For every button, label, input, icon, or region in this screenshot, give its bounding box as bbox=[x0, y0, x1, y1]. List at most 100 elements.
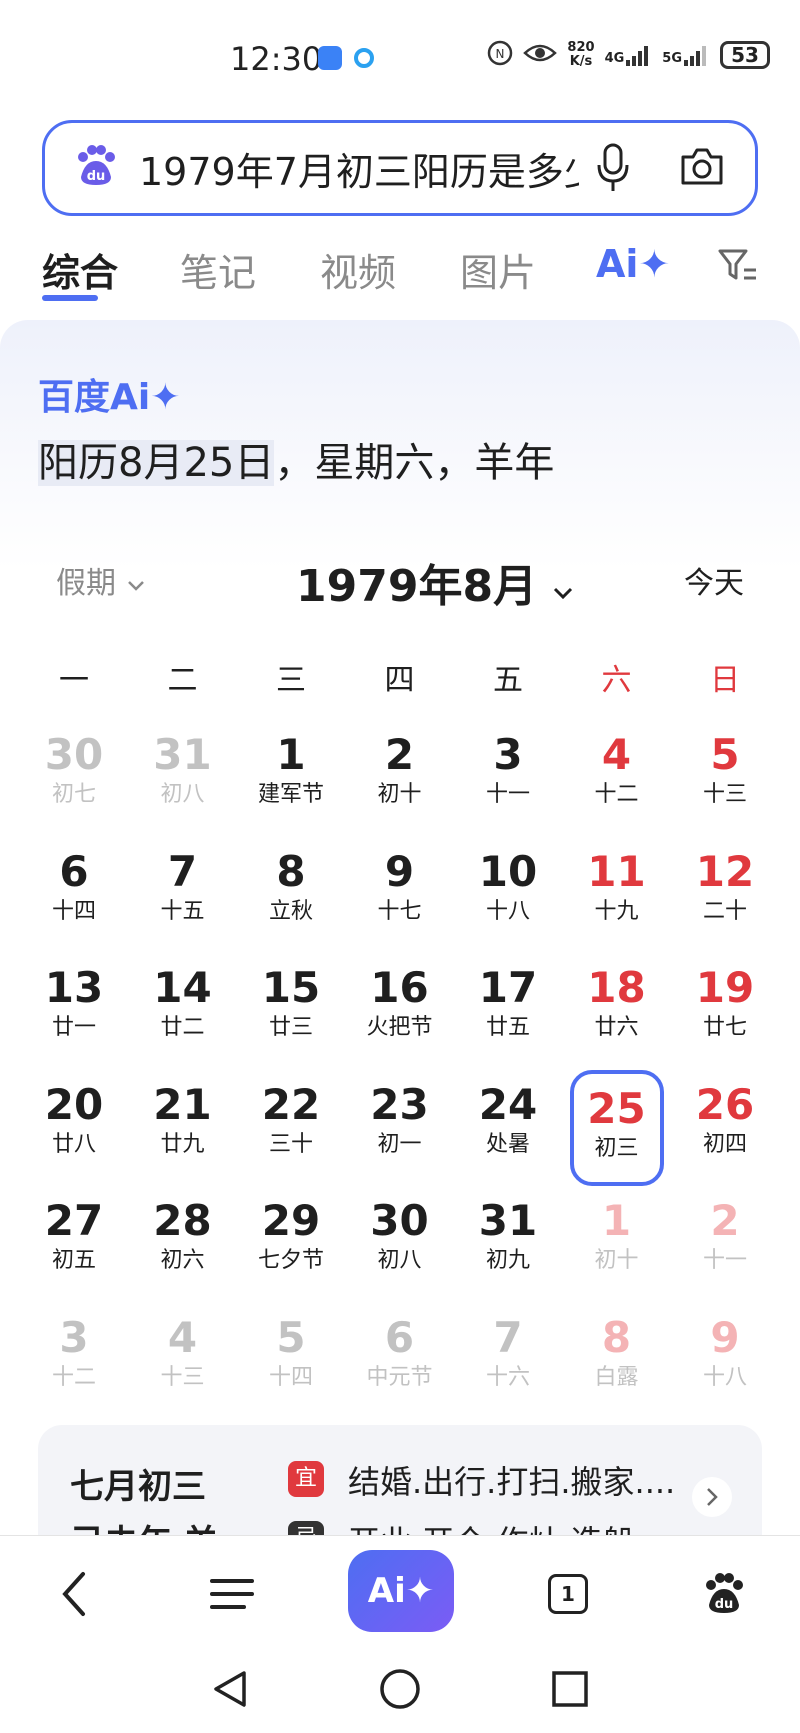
calendar-day[interactable]: 19 廿七 bbox=[671, 953, 779, 1069]
day-number: 27 bbox=[44, 1196, 104, 1245]
calendar-day[interactable]: 10 十八 bbox=[454, 837, 562, 953]
calendar-day[interactable]: 8 白露 bbox=[563, 1303, 671, 1419]
calendar-day[interactable]: 18 廿六 bbox=[563, 953, 671, 1069]
calendar-day[interactable]: 7 十六 bbox=[454, 1303, 562, 1419]
calendar-day[interactable]: 23 初一 bbox=[346, 1070, 454, 1186]
tab-notes[interactable]: 笔记 bbox=[180, 242, 256, 297]
weekday-label: 四 bbox=[384, 663, 415, 698]
back-icon[interactable] bbox=[44, 1564, 104, 1624]
calendar-day[interactable]: 21 廿九 bbox=[129, 1070, 237, 1186]
calendar-day[interactable]: 31 初八 bbox=[129, 720, 237, 836]
weekday-label: 日 bbox=[710, 663, 740, 698]
chevron-right-icon[interactable] bbox=[692, 1477, 732, 1517]
lunar-date: 七月初三 bbox=[70, 1467, 206, 1507]
day-number: 19 bbox=[695, 963, 755, 1012]
calendar-day[interactable]: 4 十三 bbox=[129, 1303, 237, 1419]
calendar-day[interactable]: 6 十四 bbox=[20, 837, 128, 953]
app-notification-icon bbox=[318, 46, 342, 70]
calendar-day[interactable]: 5 十三 bbox=[671, 720, 779, 836]
calendar-day[interactable]: 7 十五 bbox=[129, 837, 237, 953]
lunar-day: 十八 bbox=[702, 1364, 747, 1390]
day-number: 29 bbox=[261, 1196, 321, 1245]
tab-images[interactable]: 图片 bbox=[460, 242, 536, 297]
system-nav-bar bbox=[0, 1645, 800, 1733]
calendar-day[interactable]: 30 初八 bbox=[346, 1186, 454, 1302]
calendar-day[interactable]: 14 廿二 bbox=[129, 953, 237, 1069]
calendar-day[interactable]: 31 初九 bbox=[454, 1186, 562, 1302]
calendar-day[interactable]: 2 初十 bbox=[346, 720, 454, 836]
tab-all[interactable]: 综合 bbox=[42, 242, 118, 297]
tab-video[interactable]: 视频 bbox=[320, 242, 396, 297]
search-input[interactable]: 1979年7月初三阳历是多少 bbox=[139, 141, 579, 196]
filter-icon[interactable] bbox=[718, 248, 758, 293]
calendar-day[interactable]: 22 三十 bbox=[237, 1070, 345, 1186]
nav-home-icon[interactable] bbox=[376, 1665, 424, 1713]
holiday-dropdown[interactable]: 假期 bbox=[56, 558, 146, 602]
search-box[interactable]: du 1979年7月初三阳历是多少 bbox=[42, 120, 758, 216]
status-bar: 12:30 N 820 K/s 4G 5G 53 bbox=[0, 0, 800, 110]
calendar-day[interactable]: 17 廿五 bbox=[454, 953, 562, 1069]
day-number: 28 bbox=[153, 1196, 212, 1245]
calendar-day[interactable]: 6 中元节 bbox=[346, 1303, 454, 1419]
calendar-day[interactable]: 30 初七 bbox=[20, 720, 128, 836]
calendar-day[interactable]: 3 十一 bbox=[454, 720, 562, 836]
calendar-day[interactable]: 13 廿一 bbox=[20, 953, 128, 1069]
day-number: 7 bbox=[167, 846, 198, 896]
baidu-home-icon[interactable]: du bbox=[694, 1564, 754, 1624]
day-number: 31 bbox=[153, 730, 212, 779]
calendar-day[interactable]: 9 十八 bbox=[671, 1303, 779, 1419]
nav-recents-icon[interactable] bbox=[546, 1665, 594, 1713]
tabs-button[interactable]: 1 bbox=[538, 1564, 598, 1624]
calendar-day[interactable]: 26 初四 bbox=[671, 1070, 779, 1186]
month-selector[interactable]: 1979年8月 bbox=[296, 550, 574, 614]
day-number: 1 bbox=[601, 1196, 632, 1245]
net-speed-value: 820 bbox=[567, 40, 595, 55]
eye-comfort-icon bbox=[523, 41, 558, 69]
nav-back-icon[interactable] bbox=[206, 1665, 254, 1713]
calendar-day[interactable]: 1 建军节 bbox=[237, 720, 345, 836]
calendar-day[interactable]: 16 火把节 bbox=[346, 953, 454, 1069]
lunar-day: 廿九 bbox=[160, 1131, 205, 1157]
calendar-day[interactable]: 28 初六 bbox=[129, 1186, 237, 1302]
calendar-day-selected[interactable]: 25 初三 bbox=[569, 1069, 664, 1186]
lunar-day: 十二 bbox=[51, 1364, 96, 1390]
day-number: 18 bbox=[587, 963, 646, 1012]
day-number: 14 bbox=[153, 963, 212, 1012]
tab-count: 1 bbox=[548, 1574, 588, 1614]
calendar-day[interactable]: 9 十七 bbox=[346, 837, 454, 953]
camera-icon[interactable] bbox=[679, 143, 725, 197]
calendar-day[interactable]: 29 七夕节 bbox=[237, 1186, 345, 1302]
lunar-day: 初三 bbox=[594, 1135, 639, 1161]
weekday-label: 三 bbox=[276, 663, 306, 698]
lunar-day: 十一 bbox=[702, 1248, 747, 1273]
calendar-day[interactable]: 1 初十 bbox=[563, 1186, 671, 1302]
calendar-day[interactable]: 5 十四 bbox=[237, 1303, 345, 1419]
day-number: 3 bbox=[59, 1312, 89, 1362]
calendar-day[interactable]: 11 十九 bbox=[563, 837, 671, 953]
net-speed-unit: K/s bbox=[569, 54, 593, 69]
ai-assistant-button[interactable]: Ai✦ bbox=[348, 1550, 454, 1632]
calendar-day[interactable]: 27 初五 bbox=[20, 1186, 128, 1302]
lunar-day: 火把节 bbox=[366, 1015, 433, 1040]
calendar-day[interactable]: 20 廿八 bbox=[20, 1070, 128, 1186]
calendar-day[interactable]: 24 处暑 bbox=[454, 1070, 562, 1186]
day-number: 24 bbox=[478, 1079, 538, 1129]
lunar-day: 立秋 bbox=[268, 898, 313, 924]
holiday-label: 假期 bbox=[56, 566, 116, 601]
microphone-icon[interactable] bbox=[595, 143, 631, 197]
lunar-day: 十二 bbox=[594, 782, 639, 807]
calendar-day[interactable]: 2 十一 bbox=[671, 1186, 779, 1302]
lunar-day: 七夕节 bbox=[257, 1248, 324, 1273]
menu-icon[interactable] bbox=[202, 1564, 262, 1624]
nfc-icon: N bbox=[487, 40, 513, 70]
cloud-notification-icon bbox=[352, 46, 376, 70]
status-time: 12:30 bbox=[230, 40, 323, 78]
calendar-day[interactable]: 12 二十 bbox=[671, 837, 779, 953]
tab-ai[interactable]: Ai✦ bbox=[596, 242, 670, 286]
svg-text:N: N bbox=[496, 47, 505, 61]
calendar-day[interactable]: 8 立秋 bbox=[237, 837, 345, 953]
today-button[interactable]: 今天 bbox=[684, 558, 744, 602]
calendar-day[interactable]: 15 廿三 bbox=[237, 953, 345, 1069]
calendar-day[interactable]: 4 十二 bbox=[563, 720, 671, 836]
calendar-day[interactable]: 3 十二 bbox=[20, 1303, 128, 1419]
